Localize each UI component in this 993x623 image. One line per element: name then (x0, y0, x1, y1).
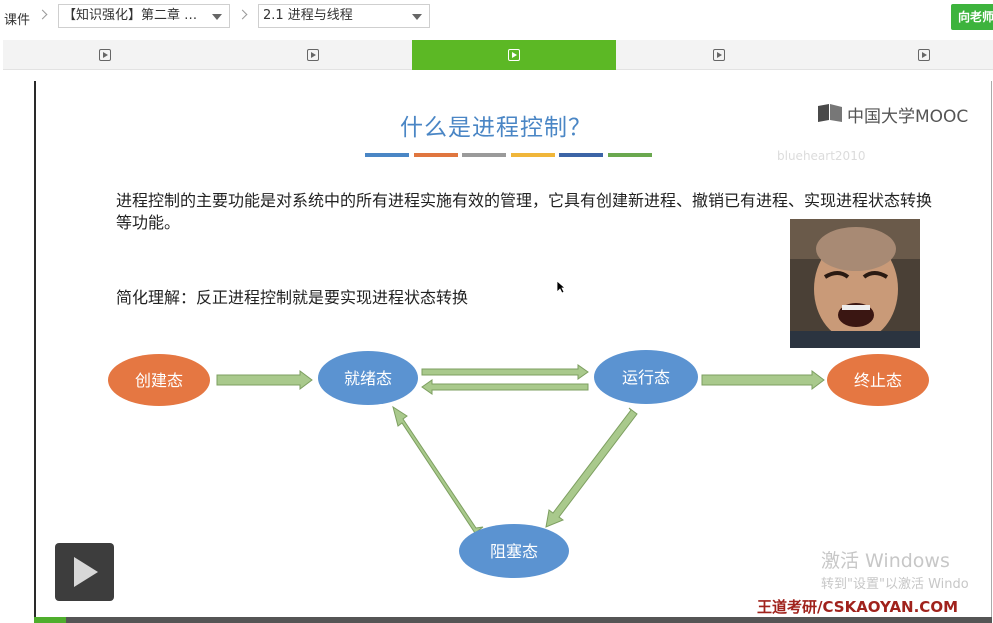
lesson-select-value: 2.1 进程与线程 (263, 8, 353, 23)
brand-watermark: 王道考研/CSKAOYAN.COM (757, 598, 958, 616)
play-button[interactable] (55, 543, 114, 601)
title-color-bar (607, 153, 652, 157)
video-icon (713, 49, 725, 61)
arrow-ready-to-running (421, 364, 589, 380)
meme-photo (790, 219, 920, 348)
slide-title: 什么是进程控制？ (400, 115, 592, 141)
tab-video-3[interactable] (412, 40, 616, 70)
video-icon (508, 49, 520, 61)
state-terminate-label: 终止态 (854, 371, 902, 390)
breadcrumb: 课件 【知识强化】第二章 … 2.1 进程与线程 向老师 (0, 0, 993, 34)
tab-video-5[interactable] (821, 40, 993, 70)
video-icon (918, 49, 930, 61)
video-icon (99, 49, 111, 61)
mooc-logo: 中国大学MOOC (817, 102, 969, 127)
mooc-logo-text: 中国大学MOOC (847, 107, 969, 127)
title-color-bar (462, 153, 506, 157)
tab-video-4[interactable] (616, 40, 821, 70)
arrow-running-to-blocked (545, 407, 638, 528)
arrow-running-to-terminate (701, 370, 825, 390)
ask-teacher-button[interactable]: 向老师 (951, 4, 993, 30)
state-diagram: 创建态 就绪态 运行态 终止态 阻塞态 (108, 350, 929, 578)
breadcrumb-root[interactable]: 课件 (4, 9, 30, 28)
chapter-select-value: 【知识强化】第二章 … (63, 8, 198, 23)
video-progress-fill (34, 617, 66, 623)
state-create-label: 创建态 (135, 371, 183, 390)
arrow-running-to-ready (421, 379, 589, 395)
chevron-down-icon (412, 14, 422, 20)
video-progress-track[interactable] (34, 617, 992, 623)
tab-video-1[interactable] (3, 40, 207, 70)
video-icon (307, 49, 319, 61)
windows-activate-title: 激活 Windows (821, 550, 950, 572)
arrow-create-to-ready (216, 370, 313, 390)
title-color-bar (559, 153, 603, 157)
arrow-blocked-to-ready (392, 405, 484, 534)
slide-simplified: 简化理解：反正进程控制就是要实现进程状态转换 (116, 288, 469, 307)
user-watermark: blueheart2010 (777, 149, 866, 163)
lesson-select[interactable]: 2.1 进程与线程 (258, 4, 430, 28)
chevron-right-icon (238, 8, 248, 22)
windows-activate-subtitle: 转到"设置"以激活 Windo (821, 577, 969, 592)
mooc-logo-icon (818, 104, 842, 122)
chevron-right-icon (38, 8, 48, 22)
title-color-bar (365, 153, 409, 157)
state-running-label: 运行态 (622, 368, 670, 387)
state-blocked-label: 阻塞态 (490, 542, 538, 561)
title-color-bar (510, 153, 555, 157)
tab-video-2[interactable] (207, 40, 412, 70)
title-color-bar (413, 153, 458, 157)
chevron-down-icon (212, 14, 222, 20)
chapter-select[interactable]: 【知识强化】第二章 … (58, 4, 230, 28)
mouse-cursor-icon (556, 280, 566, 294)
unit-tabs (3, 40, 993, 70)
state-ready-label: 就绪态 (344, 369, 392, 388)
